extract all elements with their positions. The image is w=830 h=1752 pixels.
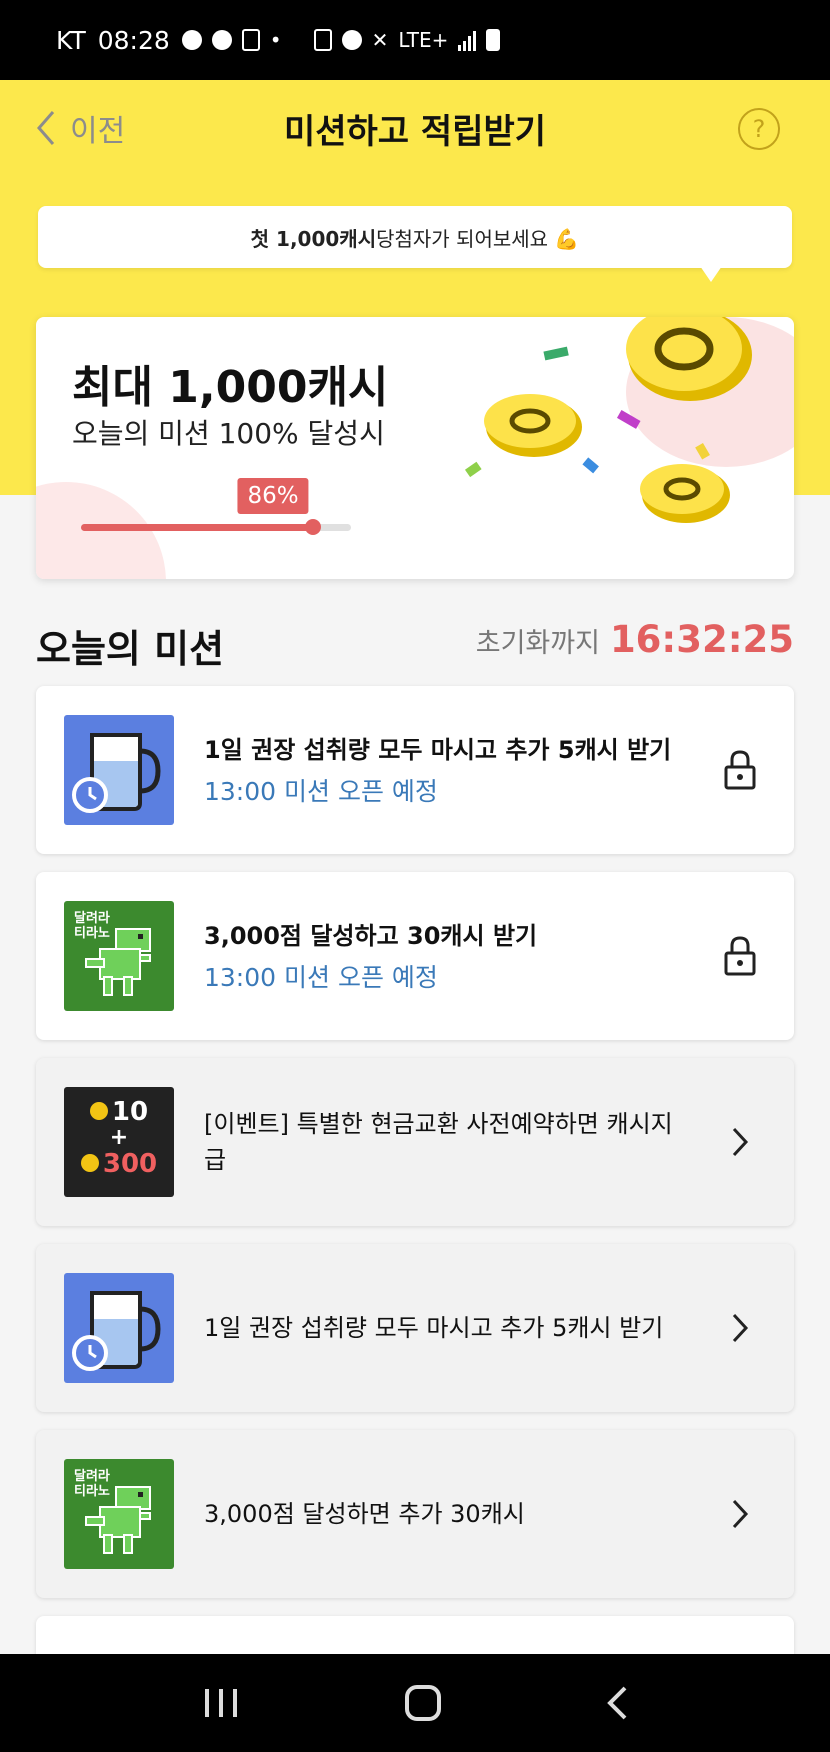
reset-label: 초기화까지: [475, 628, 600, 659]
mission-title: 3,000점 달성하면 추가 30캐시: [204, 1500, 525, 1528]
mission-item[interactable]: 달려라 티라노 3,000점 달성하고 30캐시 받기 13:00 미션 오픈 …: [36, 872, 794, 1040]
mission-text: 1일 권장 섭취량 모두 마시고 추가 5캐시 받기: [204, 1310, 674, 1346]
bonus-plus: +: [109, 1125, 129, 1150]
mute-icon: ✕: [371, 28, 389, 52]
progress-fill: [81, 524, 313, 531]
mission-item[interactable]: 10 + 300 [이벤트] 특별한 현금교환 사전예약하면 캐시지급: [36, 1058, 794, 1226]
battery-saver-icon: [313, 29, 332, 51]
recent-apps-icon[interactable]: [201, 1685, 241, 1721]
coins-illustration: [464, 317, 752, 523]
mission-text: 3,000점 달성하고 30캐시 받기 13:00 미션 오픈 예정: [204, 918, 674, 994]
mission-title: 3,000점 달성하고 30캐시 받기: [204, 922, 538, 950]
tooltip-highlight: 첫 1,000캐시: [250, 226, 377, 251]
mission-item[interactable]: 1일 권장 섭취량 모두 마시고 추가 5캐시 받기 13:00 미션 오픈 예…: [36, 686, 794, 854]
app-header: 이전 미션하고 적립받기 ?: [0, 80, 830, 176]
carrier-label: KT: [56, 25, 86, 55]
section-title: 오늘의 미션: [36, 627, 225, 671]
mission-text: [이벤트] 특별한 현금교환 사전예약하면 캐시지급: [204, 1106, 674, 1178]
system-icons: ✕ LTE+: [313, 28, 501, 52]
cash-bonus-icon: 10 + 300: [64, 1087, 174, 1197]
mission-text: 3,000점 달성하면 추가 30캐시: [204, 1496, 674, 1532]
notification-icons: •: [181, 28, 282, 52]
promo-tooltip: 첫 1,000캐시 당첨자가 되어보세요 💪: [38, 206, 792, 268]
reset-time: 16:32:25: [609, 618, 794, 661]
reset-countdown: 초기화까지 16:32:25: [476, 618, 794, 661]
back-nav-icon[interactable]: [605, 1685, 629, 1721]
mission-title: 1일 권장 섭취량 모두 마시고 추가 5캐시 받기: [204, 736, 672, 764]
mission-item[interactable]: 달려라 티라노 3,000점 달성하면 추가 30캐시: [36, 1430, 794, 1598]
progress-bar: [81, 519, 351, 535]
tooltip-text: 당첨자가 되어보세요 💪: [376, 226, 580, 251]
running-dino-icon: 달려라 티라노: [64, 901, 174, 1011]
system-nav-bar: [0, 1654, 830, 1752]
notification-icon: [181, 30, 202, 50]
alarm-icon: [341, 30, 362, 50]
chevron-right-icon: [720, 1120, 760, 1164]
clock: 08:28: [97, 25, 170, 55]
bonus-amount: 300: [102, 1149, 158, 1179]
promo-card[interactable]: 최대 1,000캐시 오늘의 미션 100% 달성시 86%: [36, 317, 794, 579]
battery-icon: [486, 29, 501, 51]
signal-icon: [458, 29, 477, 51]
network-type: LTE+: [398, 28, 449, 52]
promo-heading: 최대 1,000캐시: [72, 362, 389, 413]
dot-icon: •: [269, 28, 282, 52]
mission-title: [이벤트] 특별한 현금교환 사전예약하면 캐시지급: [204, 1110, 673, 1174]
tooltip-tail: [700, 266, 722, 282]
mission-list: 1일 권장 섭취량 모두 마시고 추가 5캐시 받기 13:00 미션 오픈 예…: [36, 686, 794, 1676]
home-icon[interactable]: [403, 1683, 443, 1723]
mission-title: 1일 권장 섭취량 모두 마시고 추가 5캐시 받기: [204, 1314, 664, 1342]
chat-icon: [211, 30, 232, 50]
status-bar: KT 08:28 • ✕ LTE+: [0, 0, 830, 80]
progress-knob: [305, 519, 321, 535]
progress-badge: 86%: [237, 478, 309, 514]
water-cup-alarm-icon: [64, 1273, 174, 1383]
water-cup-alarm-icon: [64, 715, 174, 825]
chevron-right-icon: [720, 1306, 760, 1350]
missions-section-header: 오늘의 미션 초기화까지 16:32:25: [36, 618, 794, 671]
promo-subheading: 오늘의 미션 100% 달성시: [72, 417, 385, 450]
chevron-right-icon: [720, 1492, 760, 1536]
help-icon[interactable]: ?: [738, 108, 780, 150]
page-title: 미션하고 적립받기: [283, 112, 547, 152]
lock-icon: [720, 748, 760, 792]
bonus-amount: 10: [111, 1097, 149, 1127]
running-dino-icon: 달려라 티라노: [64, 1459, 174, 1569]
mission-text: 1일 권장 섭취량 모두 마시고 추가 5캐시 받기 13:00 미션 오픈 예…: [204, 732, 674, 808]
mission-status: 13:00 미션 오픈 예정: [204, 963, 438, 992]
gallery-icon: [241, 29, 260, 51]
lock-icon: [720, 934, 760, 978]
mission-item[interactable]: 1일 권장 섭취량 모두 마시고 추가 5캐시 받기: [36, 1244, 794, 1412]
mission-status: 13:00 미션 오픈 예정: [204, 777, 438, 806]
